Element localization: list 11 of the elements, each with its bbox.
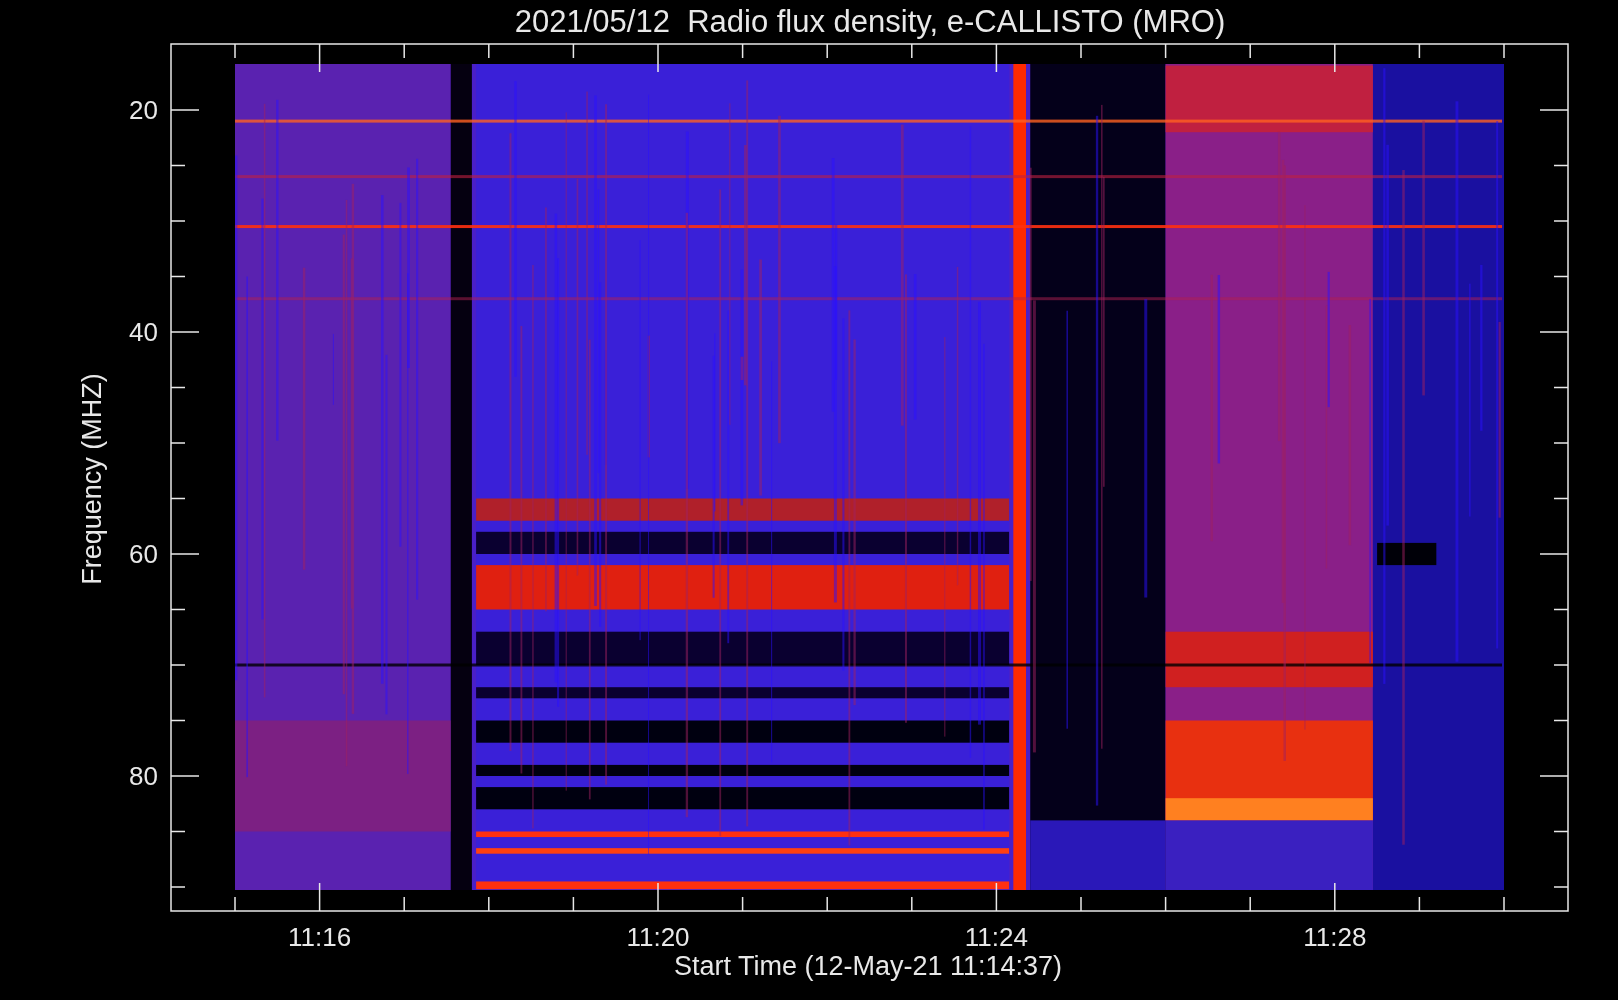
y-tick-label: 80 [129,761,158,791]
x-tick-label: 11:20 [626,922,690,952]
x-tick-label: 11:28 [1303,922,1367,952]
y-axis-label: Frequency (MHZ) [77,373,107,585]
x-tick-label: 11:24 [964,922,1028,952]
y-tick-label: 60 [129,539,158,569]
y-tick-label: 40 [129,317,158,347]
y-tick-label: 20 [129,95,158,125]
x-axis-label: Start Time (12-May-21 11:14:37) [673,951,1063,981]
x-tick-label: 11:16 [288,922,352,952]
chart-title: 2021/05/12 Radio flux density, e-CALLISTO (MRO) [514,4,1226,39]
